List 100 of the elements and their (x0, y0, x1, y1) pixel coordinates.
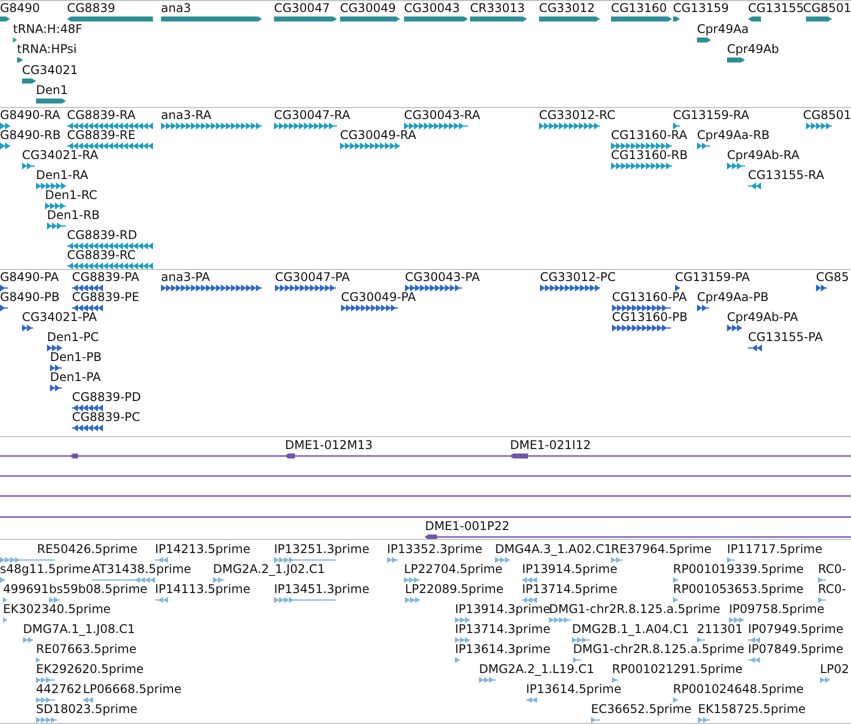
est-glyph[interactable] (522, 576, 537, 584)
gene-glyph[interactable] (161, 15, 262, 23)
est-glyph[interactable] (573, 656, 581, 664)
gene-glyph[interactable] (748, 15, 761, 23)
gene-glyph[interactable] (67, 15, 153, 23)
gene-glyph[interactable] (0, 15, 10, 23)
transcript-glyph[interactable] (748, 182, 761, 190)
transcript-glyph[interactable] (36, 182, 66, 190)
est-glyph[interactable] (36, 676, 55, 684)
transcript-glyph[interactable] (612, 304, 671, 312)
est-glyph[interactable] (387, 556, 398, 564)
est-glyph[interactable] (673, 576, 678, 584)
transcript-glyph[interactable] (161, 122, 262, 130)
transcript-glyph[interactable] (405, 284, 462, 292)
est-glyph[interactable] (818, 596, 826, 604)
gene-glyph[interactable] (673, 15, 680, 23)
transcript-glyph[interactable] (539, 122, 600, 130)
est-glyph[interactable] (405, 596, 420, 604)
gene-glyph[interactable] (17, 56, 23, 64)
gene-glyph[interactable] (340, 15, 400, 23)
transcript-glyph[interactable] (340, 142, 400, 150)
gene-glyph[interactable] (22, 76, 36, 85)
gene-glyph[interactable] (470, 15, 527, 23)
est-glyph[interactable] (572, 636, 590, 644)
transcript-glyph[interactable] (275, 284, 336, 292)
transcript-glyph[interactable] (47, 344, 62, 352)
est-glyph[interactable] (495, 556, 510, 564)
est-glyph[interactable] (36, 716, 57, 724)
est-glyph[interactable] (49, 596, 60, 604)
transcript-glyph[interactable] (50, 364, 62, 372)
est-glyph[interactable] (818, 576, 826, 584)
transcript-glyph[interactable] (404, 122, 468, 130)
est-glyph[interactable] (23, 636, 33, 644)
est-glyph[interactable] (3, 596, 7, 604)
transcript-glyph[interactable] (47, 222, 66, 230)
transcript-glyph[interactable] (0, 142, 10, 150)
transcript-glyph[interactable] (22, 324, 33, 332)
transcript-glyph[interactable] (67, 262, 153, 270)
transcript-glyph[interactable] (697, 304, 709, 312)
transcript-glyph[interactable] (72, 404, 103, 412)
est-glyph[interactable] (820, 676, 830, 684)
transcript-glyph[interactable] (0, 304, 8, 312)
clone-glyph[interactable] (425, 532, 851, 541)
gene-glyph[interactable] (697, 36, 711, 44)
est-glyph[interactable] (727, 556, 735, 564)
transcript-glyph[interactable] (72, 304, 103, 312)
transcript-glyph[interactable] (611, 162, 672, 170)
transcript-glyph[interactable] (50, 384, 62, 392)
est-glyph[interactable] (729, 616, 744, 624)
est-glyph[interactable] (697, 636, 705, 644)
est-glyph[interactable] (748, 636, 760, 644)
gene-glyph[interactable] (274, 15, 337, 23)
est-glyph[interactable] (155, 596, 168, 604)
est-glyph[interactable] (673, 596, 678, 604)
est-glyph[interactable] (526, 696, 537, 704)
transcript-glyph[interactable] (748, 344, 762, 352)
transcript-glyph[interactable] (673, 122, 680, 130)
transcript-glyph[interactable] (45, 202, 66, 210)
est-glyph[interactable] (274, 596, 336, 604)
transcript-glyph[interactable] (806, 122, 832, 130)
transcript-glyph[interactable] (697, 142, 710, 150)
est-glyph[interactable] (274, 556, 336, 564)
est-glyph[interactable] (612, 676, 618, 684)
transcript-glyph[interactable] (72, 284, 103, 292)
gene-glyph[interactable] (404, 15, 468, 23)
est-glyph[interactable] (455, 636, 470, 644)
est-glyph[interactable] (213, 576, 224, 584)
est-glyph[interactable] (0, 556, 55, 564)
transcript-glyph[interactable] (816, 284, 827, 292)
est-glyph[interactable] (455, 656, 460, 664)
gene-glyph[interactable] (36, 97, 66, 106)
est-glyph[interactable] (155, 556, 168, 564)
est-glyph[interactable] (673, 696, 678, 704)
transcript-glyph[interactable] (727, 162, 745, 170)
est-glyph[interactable] (0, 576, 5, 584)
est-glyph[interactable] (549, 616, 571, 624)
gene-glyph[interactable] (539, 15, 600, 23)
est-glyph[interactable] (3, 616, 7, 624)
clone-glyph[interactable] (510, 452, 851, 460)
transcript-glyph[interactable] (67, 122, 153, 130)
transcript-glyph[interactable] (727, 324, 742, 332)
est-glyph[interactable] (455, 616, 470, 624)
transcript-glyph[interactable] (67, 142, 153, 150)
gene-glyph[interactable] (13, 36, 17, 44)
transcript-glyph[interactable] (612, 324, 671, 332)
est-glyph[interactable] (748, 656, 760, 664)
transcript-glyph[interactable] (67, 242, 153, 250)
est-glyph[interactable] (36, 696, 55, 704)
gene-glyph[interactable] (806, 15, 832, 23)
transcript-glyph[interactable] (0, 122, 10, 130)
transcript-glyph[interactable] (540, 284, 600, 292)
clone-glyph[interactable] (0, 452, 285, 460)
est-glyph[interactable] (591, 716, 600, 724)
transcript-glyph[interactable] (161, 284, 262, 292)
transcript-glyph[interactable] (675, 284, 680, 292)
transcript-glyph[interactable] (72, 424, 103, 432)
transcript-glyph[interactable] (0, 284, 8, 292)
transcript-glyph[interactable] (22, 162, 35, 170)
est-glyph[interactable] (522, 596, 537, 604)
est-glyph[interactable] (611, 556, 623, 564)
